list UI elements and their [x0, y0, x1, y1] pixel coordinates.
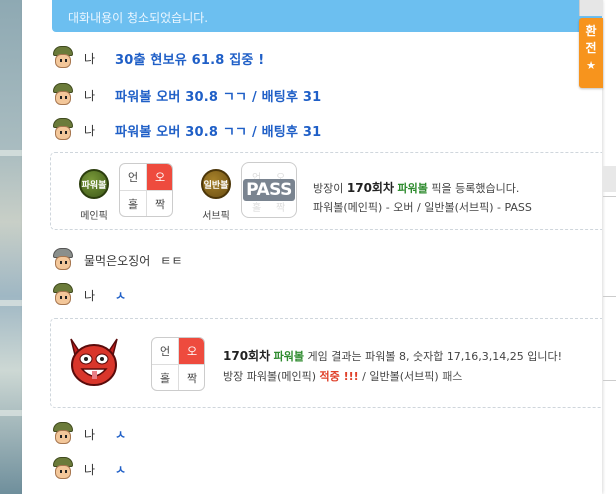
- star-icon: ★: [586, 59, 596, 72]
- chat-row: 나 파워볼 오버 30.8 ㄱㄱ / 배팅후 31: [50, 118, 321, 142]
- result-card: 언 오 홀 짝 170회차 파워볼 게임 결과는 파워볼 8, 숫자합 17,1…: [50, 318, 602, 408]
- avatar[interactable]: [50, 248, 76, 272]
- avatar[interactable]: [50, 283, 76, 307]
- scrollbar-segment[interactable]: [603, 166, 616, 192]
- clear-notice: 대화내용이 청소되었습니다.: [52, 0, 602, 32]
- divider: [603, 196, 616, 197]
- pick-card: 파워볼 메인픽 언 오 홀 짝 일반볼 서브픽 언 오 홀 짝 PASS 방장이…: [50, 152, 602, 230]
- chat-row: 나 ㅅ: [50, 457, 126, 481]
- pick-announcement: 방장이 170회차 파워볼 픽을 등록했습니다.: [313, 181, 520, 195]
- avatar[interactable]: [50, 83, 76, 107]
- pass-badge: 언 오 홀 짝 PASS: [241, 162, 297, 218]
- chat-row: 물먹은오징어 ㅌㅌ: [50, 248, 183, 272]
- result-announcement: 170회차 파워볼 게임 결과는 파워볼 8, 숫자합 17,16,3,14,2…: [223, 349, 563, 363]
- nickname[interactable]: 나: [84, 87, 95, 104]
- result-detail: 방장 파워볼(메인픽) 적중 !!! / 일반볼(서브픽) 패스: [223, 370, 463, 383]
- nickname[interactable]: 나: [84, 287, 95, 304]
- message-text: 파워볼 오버 30.8 ㄱㄱ / 배팅후 31: [115, 124, 322, 140]
- pick-detail: 파워볼(메인픽) - 오버 / 일반볼(서브픽) - PASS: [313, 201, 532, 214]
- nickname[interactable]: 나: [84, 461, 95, 478]
- message-text: ㅅ: [115, 288, 127, 303]
- message-text: ㅌㅌ: [160, 253, 183, 268]
- nickname[interactable]: 나: [84, 122, 95, 139]
- grid-cell-odd: 홀: [127, 198, 139, 211]
- chat-row: 나 30출 현보유 61.8 집중 !: [50, 46, 264, 70]
- message-text: ㅅ: [115, 462, 127, 477]
- grid-cell-even: 짝: [154, 198, 166, 211]
- background-photo: [0, 0, 22, 494]
- grid-cell-even: 짝: [186, 372, 198, 385]
- chat-row: 나 ㅅ: [50, 283, 126, 307]
- avatar[interactable]: [50, 422, 76, 446]
- grid-cell-odd: 홀: [159, 372, 171, 385]
- nickname[interactable]: 물먹은오징어: [84, 252, 150, 269]
- main-pick-label: 메인픽: [80, 211, 108, 222]
- chat-row: 나 파워볼 오버 30.8 ㄱㄱ / 배팅후 31: [50, 83, 321, 107]
- avatar[interactable]: [50, 118, 76, 142]
- side-panel-top: [579, 0, 603, 16]
- avatar[interactable]: [50, 457, 76, 481]
- grid-cell-under: 언: [127, 171, 139, 184]
- main-pick-grid: 언 오 홀 짝: [119, 163, 173, 217]
- exchange-button[interactable]: 환 전 ★: [579, 18, 603, 88]
- message-text: 파워볼 오버 30.8 ㄱㄱ / 배팅후 31: [115, 89, 322, 105]
- nickname[interactable]: 나: [84, 50, 95, 67]
- message-text: ㅅ: [115, 427, 127, 442]
- grid-cell-over: 오: [147, 164, 172, 190]
- result-grid: 언 오 홀 짝: [151, 337, 205, 391]
- avatar[interactable]: [50, 46, 76, 70]
- nickname[interactable]: 나: [84, 426, 95, 443]
- grid-cell-under: 언: [159, 345, 171, 358]
- grid-cell-over: 오: [179, 338, 204, 364]
- powerball-icon: 파워볼: [79, 169, 109, 199]
- divider: [603, 296, 616, 297]
- divider: [603, 380, 616, 381]
- chat-row: 나 ㅅ: [50, 422, 126, 446]
- sub-pick-label: 서브픽: [202, 211, 230, 222]
- chat-panel: 대화내용이 청소되었습니다. 나 30출 현보유 61.8 집중 ! 나 파워볼…: [22, 0, 602, 494]
- message-text: 30출 현보유 61.8 집중 !: [115, 52, 265, 68]
- devil-emoticon-icon: [70, 338, 118, 386]
- normalball-icon: 일반볼: [201, 169, 231, 199]
